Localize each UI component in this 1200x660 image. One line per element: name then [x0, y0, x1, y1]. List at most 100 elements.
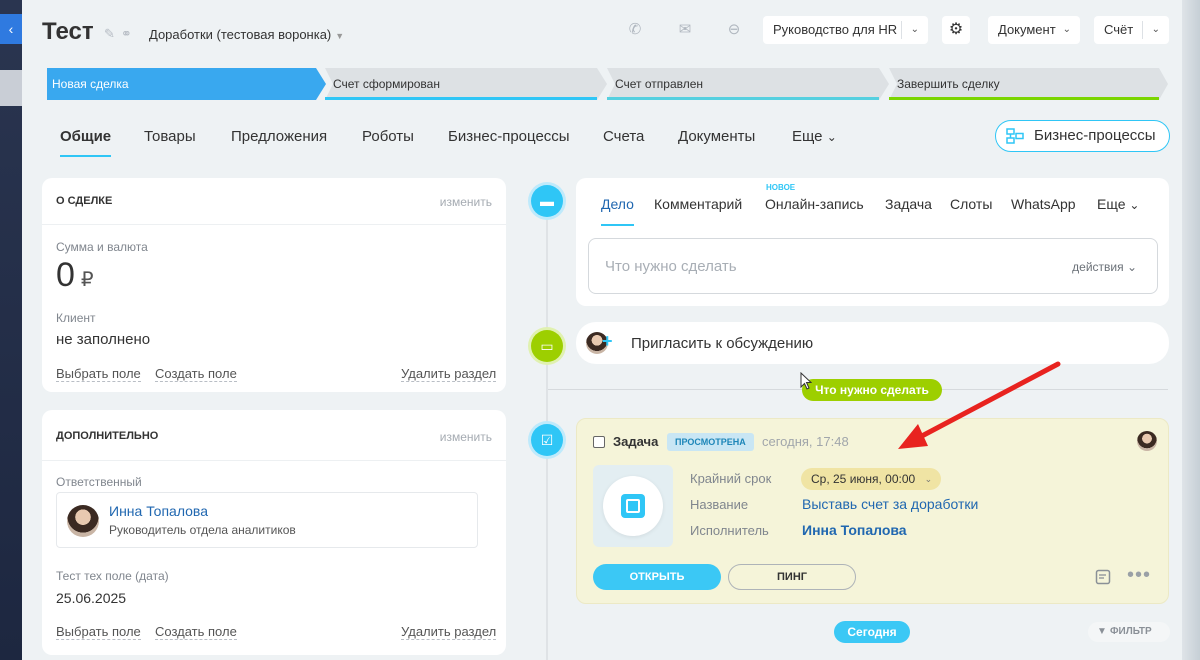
- deadline-value: Ср, 25 июня, 00:00: [811, 472, 916, 486]
- amount-value[interactable]: 0 ₽: [56, 256, 94, 295]
- caret-down-icon: ▼: [335, 31, 345, 41]
- funnel-label: Доработки (тестовая воронка): [149, 27, 332, 42]
- more-icon[interactable]: •••: [1127, 564, 1151, 587]
- note-icon[interactable]: [1095, 569, 1111, 585]
- chevron-down-icon: ⌄: [910, 24, 919, 35]
- test-field-label: Тест тех поле (дата): [56, 569, 169, 583]
- hr-guide-button[interactable]: Руководство для HR ⌄: [763, 16, 928, 44]
- create-field-link[interactable]: Создать поле: [155, 367, 237, 382]
- test-field-value[interactable]: 25.06.2025: [56, 590, 126, 606]
- title-actions: ✎⚭: [104, 26, 138, 42]
- invoice-button[interactable]: Счёт ⌄: [1094, 16, 1169, 44]
- editor-tab-whatsapp[interactable]: WhatsApp: [1011, 196, 1076, 212]
- amount-label: Сумма и валюта: [56, 240, 148, 254]
- task-icon: [621, 494, 645, 518]
- tab-more-label: Еще: [792, 128, 823, 145]
- business-processes-button[interactable]: Бизнес-процессы: [995, 120, 1170, 152]
- chevron-down-icon: ⌄: [826, 130, 837, 144]
- tab-offers[interactable]: Предложения: [231, 128, 327, 145]
- document-button[interactable]: Документ ⌄: [988, 16, 1080, 44]
- assignee-link[interactable]: Инна Топалова: [802, 522, 907, 538]
- editor-tab-todo[interactable]: Дело: [601, 196, 634, 226]
- tab-general[interactable]: Общие: [60, 128, 112, 157]
- editor-tab-online-booking[interactable]: Онлайн-запись: [765, 196, 864, 212]
- client-label: Клиент: [56, 311, 96, 325]
- editor-more-label: Еще: [1097, 196, 1126, 212]
- amount-number: 0: [56, 256, 75, 294]
- actions-label: действия: [1072, 260, 1124, 274]
- pencil-icon[interactable]: ✎: [104, 26, 121, 41]
- stage-label: Завершить сделку: [897, 77, 1000, 91]
- chat-icon[interactable]: ⊖: [719, 17, 749, 43]
- choose-field-link[interactable]: Выбрать поле: [56, 367, 141, 382]
- editor-tab-comment[interactable]: Комментарий: [654, 196, 742, 212]
- additional-info-card: Дополнительно изменить Ответственный Инн…: [42, 410, 506, 655]
- client-value[interactable]: не заполнено: [56, 331, 150, 348]
- tab-robots[interactable]: Роботы: [362, 128, 414, 145]
- responsible-user[interactable]: Инна Топалова Руководитель отдела аналит…: [56, 492, 478, 548]
- create-field-link[interactable]: Создать поле: [155, 625, 237, 640]
- gear-icon[interactable]: ⚙: [942, 16, 970, 44]
- status-badge: ПРОСМОТРЕНА: [667, 433, 754, 451]
- today-pill: Сегодня: [834, 621, 910, 643]
- invite-discussion[interactable]: + Пригласить к обсуждению: [576, 322, 1169, 364]
- task-card: Задача ПРОСМОТРЕНА сегодня, 17:48 Крайни…: [576, 418, 1169, 604]
- back-arrow-icon[interactable]: ‹: [0, 14, 22, 44]
- chevron-down-icon: ⌄: [1151, 24, 1160, 35]
- stage-finish-deal[interactable]: Завершить сделку: [889, 68, 1169, 100]
- task-name-link[interactable]: Выставь счет за доработки: [802, 496, 978, 512]
- responsible-position: Руководитель отдела аналитиков: [109, 523, 296, 537]
- task-check-icon: ☑: [531, 424, 563, 456]
- deadline-selector[interactable]: Ср, 25 июня, 00:00 ⌄: [801, 468, 942, 490]
- deal-page: Тест ✎⚭ Доработки (тестовая воронка) ▼ ✆ …: [22, 0, 1182, 660]
- task-checkbox[interactable]: [593, 436, 605, 448]
- editor-tab-more[interactable]: Еще ⌄: [1097, 196, 1139, 212]
- delete-section-link[interactable]: Удалить раздел: [401, 367, 497, 382]
- stage-label: Новая сделка: [52, 77, 129, 91]
- edit-link[interactable]: изменить: [440, 195, 492, 209]
- tab-more[interactable]: Еще ⌄: [792, 128, 837, 145]
- editor-tab-slots[interactable]: Слоты: [950, 196, 992, 212]
- invoice-label: Счёт: [1104, 22, 1134, 37]
- phone-icon[interactable]: ✆: [620, 17, 650, 43]
- actions-dropdown[interactable]: действия ⌄: [1072, 260, 1137, 274]
- delete-section-link[interactable]: Удалить раздел: [401, 625, 497, 640]
- editor-tab-task[interactable]: Задача: [885, 196, 932, 212]
- open-button[interactable]: ОТКРЫТЬ: [593, 564, 721, 590]
- funnel-selector[interactable]: Доработки (тестовая воронка) ▼: [149, 27, 344, 42]
- edit-link[interactable]: изменить: [440, 430, 492, 444]
- avatar: [1137, 431, 1157, 451]
- stage-label: Счет отправлен: [615, 77, 704, 91]
- task-title: Задача: [613, 434, 659, 449]
- responsible-label: Ответственный: [56, 475, 142, 489]
- currency-symbol: ₽: [80, 269, 94, 291]
- left-edge-panel: [0, 70, 22, 106]
- stage-new-deal[interactable]: Новая сделка: [44, 68, 327, 100]
- filter-button[interactable]: ▼ ФИЛЬТР: [1088, 622, 1170, 642]
- comment-icon: ▬: [531, 185, 563, 217]
- new-badge: НОВОЕ: [766, 183, 796, 192]
- choose-field-link[interactable]: Выбрать поле: [56, 625, 141, 640]
- link-icon[interactable]: ⚭: [121, 26, 138, 41]
- task-thumbnail: [593, 465, 673, 547]
- workflow-icon: [1006, 128, 1024, 144]
- business-processes-label: Бизнес-процессы: [1034, 127, 1156, 144]
- avatar: [67, 505, 99, 537]
- tab-products[interactable]: Товары: [144, 128, 196, 145]
- chat-bubble-icon: ▭: [531, 330, 563, 362]
- mail-icon[interactable]: ✉: [670, 17, 700, 43]
- stage-invoice-sent[interactable]: Счет отправлен: [607, 68, 890, 100]
- ping-button[interactable]: ПИНГ: [728, 564, 856, 590]
- tab-business-processes[interactable]: Бизнес-процессы: [448, 128, 570, 145]
- responsible-name[interactable]: Инна Топалова: [109, 503, 208, 519]
- tab-invoices[interactable]: Счета: [603, 128, 644, 145]
- todo-input[interactable]: Что нужно сделать действия ⌄: [588, 238, 1158, 294]
- chevron-down-icon: ⌄: [924, 474, 933, 484]
- filter-icon: ▼: [1097, 626, 1107, 637]
- tab-documents[interactable]: Документы: [678, 128, 755, 145]
- right-edge-panel: [1182, 0, 1200, 660]
- document-label: Документ: [998, 22, 1056, 37]
- card-title: О сделке: [56, 195, 113, 207]
- plus-icon[interactable]: +: [602, 331, 613, 352]
- stage-invoice-created[interactable]: Счет сформирован: [325, 68, 608, 100]
